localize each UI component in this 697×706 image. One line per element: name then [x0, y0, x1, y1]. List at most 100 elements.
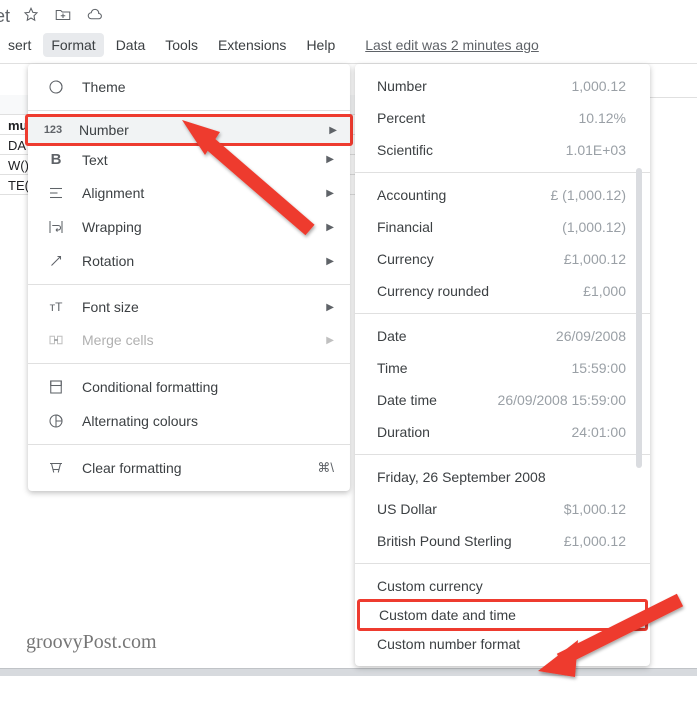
cloud-icon[interactable]: [86, 6, 104, 27]
menu-item-conditional[interactable]: Conditional formatting: [28, 370, 350, 404]
submenu-item-custom-currency[interactable]: Custom currency: [355, 570, 650, 602]
submenu-item-value: £1,000: [583, 283, 626, 299]
submenu-arrow-icon: ▶: [326, 256, 334, 267]
format-menu-dropdown: Theme 123 Number ▶ B Text ▶ Alignment ▶ …: [28, 64, 350, 491]
submenu-item-value: £1,000.12: [564, 533, 626, 549]
submenu-item-value: £1,000.12: [564, 251, 626, 267]
submenu-item-value: £ (1,000.12): [551, 187, 627, 203]
submenu-item-scientific[interactable]: Scientific 1.01E+03: [355, 134, 650, 166]
menu-item-label: Alternating colours: [82, 413, 334, 429]
submenu-item-label: Currency: [377, 251, 434, 267]
submenu-item-currency-rounded[interactable]: Currency rounded £1,000: [355, 275, 650, 307]
submenu-item-label: Custom number format: [377, 636, 520, 652]
submenu-item-value: 26/09/2008: [556, 328, 626, 344]
rotation-icon: [44, 252, 68, 270]
submenu-item-accounting[interactable]: Accounting £ (1,000.12): [355, 179, 650, 211]
menubar: sert Format Data Tools Extensions Help L…: [0, 29, 697, 64]
cond-icon: [44, 378, 68, 396]
submenu-arrow-icon: ▶: [329, 125, 337, 136]
submenu-item-value: (1,000.12): [562, 219, 626, 235]
menu-item-label: Theme: [82, 79, 334, 95]
submenu-item-label: Percent: [377, 110, 425, 126]
submenu-item-currency[interactable]: Currency £1,000.12: [355, 243, 650, 275]
menu-item-label: Conditional formatting: [82, 379, 334, 395]
move-icon[interactable]: [54, 6, 72, 27]
menu-data[interactable]: Data: [108, 33, 154, 57]
menu-item-fontsize[interactable]: ᴛT Font size ▶: [28, 291, 350, 323]
menu-item-label: Font size: [82, 299, 326, 315]
menu-item-label: Number: [79, 122, 329, 138]
submenu-item-label: US Dollar: [377, 501, 437, 517]
submenu-item-time[interactable]: Time 15:59:00: [355, 352, 650, 384]
menu-item-label: Alignment: [82, 185, 326, 201]
submenu-item-label: Date time: [377, 392, 437, 408]
doc-title[interactable]: heet: [0, 6, 10, 27]
number-icon: 123: [41, 124, 65, 136]
submenu-item-duration[interactable]: Duration 24:01:00: [355, 416, 650, 448]
menu-item-label: Text: [82, 152, 326, 168]
submenu-item-label: British Pound Sterling: [377, 533, 512, 549]
submenu-item-label: Time: [377, 360, 408, 376]
menu-format[interactable]: Format: [43, 33, 103, 57]
menu-item-label: Merge cells: [82, 332, 326, 348]
menu-item-clear[interactable]: Clear formatting ⌘\: [28, 451, 350, 485]
menu-extensions[interactable]: Extensions: [210, 33, 294, 57]
submenu-item-label: Date: [377, 328, 407, 344]
bottom-strip: [0, 668, 697, 676]
menu-item-rotation[interactable]: Rotation ▶: [28, 244, 350, 278]
submenu-item-label: Number: [377, 78, 427, 94]
submenu-item-custom-number-format[interactable]: Custom number format: [355, 628, 650, 660]
submenu-item-value: 26/09/2008 15:59:00: [498, 392, 626, 408]
number-submenu: Number 1,000.12 Percent 10.12% Scientific 1.0…: [355, 64, 650, 666]
submenu-item-value: 15:59:00: [572, 360, 627, 376]
submenu-item-label: Custom currency: [377, 578, 483, 594]
submenu-item-financial[interactable]: Financial (1,000.12): [355, 211, 650, 243]
clear-icon: [44, 459, 68, 477]
menu-item-number[interactable]: 123 Number ▶: [25, 114, 353, 146]
menu-item-alternating[interactable]: Alternating colours: [28, 404, 350, 438]
submenu-arrow-icon: ▶: [326, 154, 334, 165]
submenu-item-date-time[interactable]: Date time 26/09/2008 15:59:00: [355, 384, 650, 416]
submenu-item-us-dollar[interactable]: US Dollar $1,000.12: [355, 493, 650, 525]
submenu-item-value: 1.01E+03: [566, 142, 626, 158]
wrap-icon: [44, 218, 68, 236]
star-icon[interactable]: [22, 6, 40, 27]
menu-tools[interactable]: Tools: [157, 33, 206, 57]
submenu-item-label: Scientific: [377, 142, 433, 158]
bold-icon: B: [44, 151, 68, 168]
scrollbar[interactable]: [636, 168, 642, 468]
submenu-item-date[interactable]: Date 26/09/2008: [355, 320, 650, 352]
submenu-item-value: 10.12%: [579, 110, 626, 126]
menu-item-label: Rotation: [82, 253, 326, 269]
fontsize-icon: ᴛT: [44, 300, 68, 314]
menu-item-text[interactable]: B Text ▶: [28, 143, 350, 176]
menu-item-theme[interactable]: Theme: [28, 70, 350, 104]
submenu-item-label: Accounting: [377, 187, 446, 203]
submenu-item-value: 24:01:00: [572, 424, 627, 440]
submenu-arrow-icon: ▶: [326, 335, 334, 346]
submenu-item-label: Custom date and time: [379, 607, 516, 623]
submenu-item-value: 1,000.12: [572, 78, 627, 94]
submenu-item-label: Duration: [377, 424, 430, 440]
menu-item-alignment[interactable]: Alignment ▶: [28, 176, 350, 210]
submenu-item-label: Financial: [377, 219, 433, 235]
menu-item-label: Clear formatting: [82, 460, 317, 476]
watermark: groovyPost.com: [26, 631, 157, 654]
last-edit-link[interactable]: Last edit was 2 minutes ago: [365, 37, 539, 53]
menu-help[interactable]: Help: [298, 33, 343, 57]
submenu-item-percent[interactable]: Percent 10.12%: [355, 102, 650, 134]
submenu-arrow-icon: ▶: [326, 222, 334, 233]
merge-icon: [44, 331, 68, 349]
submenu-item-british-pound-sterling[interactable]: British Pound Sterling £1,000.12: [355, 525, 650, 557]
submenu-item-value: $1,000.12: [564, 501, 626, 517]
submenu-item-friday-26-september-2008[interactable]: Friday, 26 September 2008: [355, 461, 650, 493]
menu-item-merge: Merge cells ▶: [28, 323, 350, 357]
menu-insert[interactable]: sert: [0, 33, 39, 57]
menu-item-label: Wrapping: [82, 219, 326, 235]
theme-icon: [44, 78, 68, 96]
alt-icon: [44, 412, 68, 430]
submenu-item-label: Currency rounded: [377, 283, 489, 299]
submenu-item-number[interactable]: Number 1,000.12: [355, 70, 650, 102]
menu-item-wrapping[interactable]: Wrapping ▶: [28, 210, 350, 244]
submenu-item-custom-date-and-time[interactable]: Custom date and time: [357, 599, 648, 631]
